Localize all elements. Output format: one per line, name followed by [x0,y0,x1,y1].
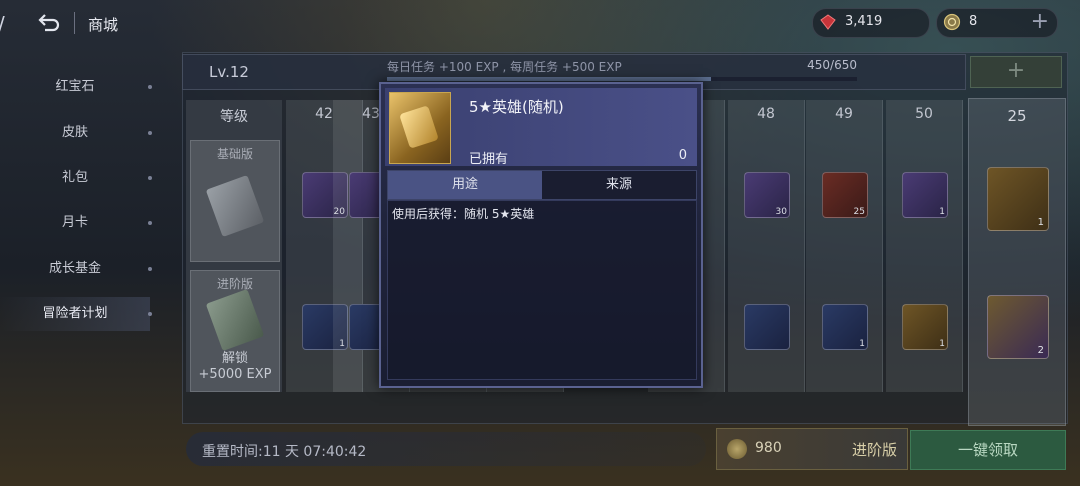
popup-body: 使用后获得：随机 5★英雄 [387,200,697,380]
milestone-level: 25 [1007,107,1027,125]
reward-item[interactable] [744,304,790,350]
sidebar-item-label: 冒险者计划 [42,306,108,321]
level-number: 48 [757,106,775,122]
coin-amount: 8 [969,14,978,29]
grade-column: 等级 基础版 进阶版 解锁 +5000 EXP [186,100,282,392]
sidebar-item-label: 月卡 [61,215,88,230]
add-coin-button[interactable]: + [1031,9,1049,34]
dot-icon [148,131,152,135]
exp-description: 每日任务 +100 EXP , 每周任务 +500 EXP [387,60,622,74]
grade-header: 等级 [220,109,248,125]
reward-count: 2 [1037,345,1044,356]
tab-source[interactable]: 来源 [542,171,696,199]
unlock-text: 解锁 [221,351,248,366]
sidebar-item-ruby[interactable]: 红宝石 [0,70,152,104]
owned-label: 已拥有 [469,152,509,167]
level-column: 50 1 1 [886,100,963,392]
claim-all-button[interactable]: 一键领取 [910,430,1066,470]
dot-icon [148,176,152,180]
reward-item[interactable]: 30 [744,172,790,218]
reward-item[interactable]: 25 [822,172,868,218]
popup-tabs: 用途 来源 [387,170,697,200]
level-label: Lv.12 [209,63,249,81]
sidebar-item-packs[interactable]: 礼包 [0,161,152,195]
buy-advanced-button[interactable]: 980 进阶版 [716,428,908,470]
dot-icon [148,267,152,271]
reward-count: 1 [859,339,865,349]
title-separator [74,12,75,34]
reward-item[interactable]: 1 [902,304,948,350]
coin-icon [727,439,747,459]
ruby-currency: 3,419 [812,8,930,38]
top-bar: / 商城 3,419 8 + [0,0,1080,48]
item-title: 5★英雄(随机) [469,98,564,116]
coin-icon [943,13,961,31]
back-arrow-icon[interactable] [36,10,62,34]
ruby-amount: 3,419 [845,14,883,29]
reward-count: 25 [853,207,865,217]
buy-level-button[interactable]: + [970,56,1062,88]
level-column: 49 25 1 [806,100,883,392]
sidebar-item-adventurer-plan[interactable]: 冒险者计划 [0,297,152,331]
unlock-exp: +5000 EXP [198,367,272,382]
reset-timer-bar: 重置时间:11 天 07:40:42 [186,432,706,466]
reward-count: 1 [1037,217,1044,228]
ruby-icon [820,14,836,30]
page-title: 商城 [88,16,119,34]
level-column: 48 30 [728,100,805,392]
ticket-glyph [399,105,439,149]
tab-usage[interactable]: 用途 [388,171,542,199]
unlock-label: 解锁 +5000 EXP [191,351,279,383]
item-description: 使用后获得：随机 5★英雄 [392,207,535,221]
book-stack-icon [205,288,265,352]
advanced-price: 980 [755,440,782,456]
reward-count: 30 [775,207,787,217]
reward-item[interactable]: 1 [822,304,868,350]
sidebar-item-label: 成长基金 [48,261,101,276]
reward-count: 1 [939,207,945,217]
sidebar-item-label: 红宝石 [55,79,95,94]
coin-currency: 8 + [936,8,1058,38]
basic-tier-label: 基础版 [216,147,253,161]
reset-timer: 重置时间:11 天 07:40:42 [202,444,367,460]
exp-progress-track [387,77,857,81]
popup-header: 5★英雄(随机) 已拥有 0 [385,88,697,167]
advanced-tier[interactable]: 进阶版 解锁 +5000 EXP [190,270,280,392]
advanced-tier-label: 进阶版 [216,277,253,291]
level-number: 50 [915,106,933,122]
dot-icon [148,85,152,89]
hero-ticket-icon [389,92,451,164]
sidebar-item-label: 皮肤 [61,125,88,140]
exp-progress-fill [387,77,712,81]
owned-count: 0 [678,148,687,163]
sidebar-item-skins[interactable]: 皮肤 [0,116,152,150]
level-number: 49 [835,106,853,122]
reward-count: 1 [939,339,945,349]
milestone-reward[interactable]: 2 [987,295,1049,359]
advanced-label: 进阶版 [851,441,897,459]
basic-tier: 基础版 [190,140,280,262]
dot-icon [148,221,152,225]
book-icon [205,174,265,238]
divider-slash: / [0,12,8,36]
milestone-column: 25 1 2 [968,98,1066,426]
sidebar-item-monthly-card[interactable]: 月卡 [0,206,152,240]
milestone-reward[interactable]: 1 [987,167,1049,231]
item-detail-popup: 5★英雄(随机) 已拥有 0 用途 来源 使用后获得：随机 5★英雄 [379,82,703,388]
reward-item[interactable]: 1 [902,172,948,218]
back-arrow-glyph [38,14,60,32]
dot-icon [148,312,152,316]
sidebar-item-growth-fund[interactable]: 成长基金 [0,252,152,286]
exp-progress-text: 450/650 [807,58,857,72]
sidebar-item-label: 礼包 [61,170,88,185]
